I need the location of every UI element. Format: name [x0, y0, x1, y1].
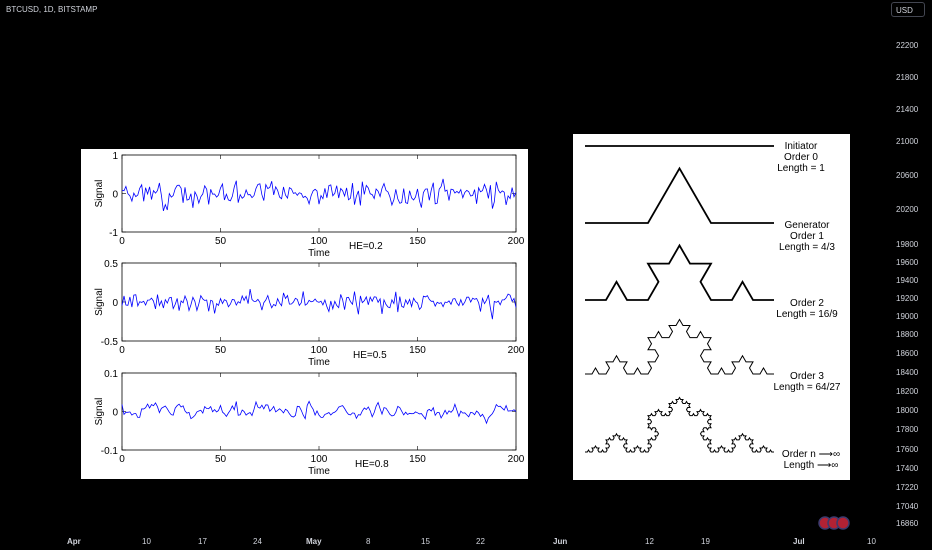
x-tick-label: 200 — [508, 454, 525, 465]
time-label: 8 — [366, 537, 371, 546]
time-label: 19 — [701, 537, 710, 546]
time-label: 22 — [476, 537, 485, 546]
koch-curve — [585, 243, 774, 301]
price-label: 19200 — [896, 294, 919, 303]
y-tick-label: 1 — [112, 151, 118, 162]
price-label: 19800 — [896, 240, 919, 249]
x-tick-label: 200 — [508, 236, 525, 247]
time-label: 15 — [421, 537, 430, 546]
x-tick-label: 50 — [215, 345, 227, 356]
koch-caption: Length = 16/9 — [776, 309, 838, 320]
signal-figure: 1 0 -1 0 50 100 150 200 Time HE=0.2 Signal 0.5 0 -0.5… — [81, 149, 528, 479]
y-tick-label: -0.5 — [101, 337, 119, 348]
koch-caption: Generator — [784, 220, 830, 231]
price-label: 17220 — [896, 483, 919, 492]
koch-caption: Order 2 — [790, 298, 824, 309]
price-label: 21800 — [896, 73, 919, 82]
time-label: 10 — [867, 537, 876, 546]
y-tick-label: -1 — [109, 228, 118, 239]
x-axis-label: Time — [308, 357, 330, 368]
he-annotation: HE=0.8 — [355, 459, 389, 470]
time-label: 12 — [645, 537, 654, 546]
time-label: Jul — [793, 537, 805, 546]
koch-order-1: GeneratorOrder 1Length = 4/3 — [585, 166, 835, 253]
x-tick-label: 100 — [311, 454, 328, 465]
y-tick-label: 0.5 — [104, 259, 118, 270]
koch-caption: Order 3 — [790, 371, 824, 382]
koch-curve — [585, 396, 774, 453]
signal-chart: 0.50-0.50 50 100 150 200TimeHE=0.5Signal — [94, 259, 525, 368]
y-tick-label: 0 — [112, 298, 118, 309]
y-axis-label: Signal — [94, 180, 105, 208]
koch-caption: Length = 4/3 — [779, 242, 835, 253]
x-tick-label: 0 — [119, 345, 125, 356]
time-axis[interactable]: Apr 10 17 24 May 8 15 22 Jun 12 19 Jul 10 — [0, 530, 888, 550]
events-flags[interactable] — [818, 516, 854, 535]
price-label: 19600 — [896, 258, 919, 267]
y-tick-label: 0.1 — [104, 369, 118, 380]
y-tick-label: -0.1 — [101, 446, 119, 457]
price-label: 18600 — [896, 349, 919, 358]
y-axis-label: Signal — [94, 398, 105, 426]
price-label: 20200 — [896, 205, 919, 214]
koch-caption: Order 0 — [784, 152, 818, 163]
x-tick-label: 150 — [409, 345, 426, 356]
time-label: 17 — [198, 537, 207, 546]
price-label: 19000 — [896, 312, 919, 321]
time-label: 10 — [142, 537, 151, 546]
koch-caption: Order n ⟶∞ — [782, 449, 840, 460]
koch-curve — [585, 318, 774, 375]
price-label: 18400 — [896, 368, 919, 377]
x-axis-label: Time — [308, 466, 330, 477]
price-label: 18200 — [896, 387, 919, 396]
y-axis-label: Signal — [94, 288, 105, 316]
price-label: 17800 — [896, 425, 919, 434]
x-tick-label: 50 — [215, 236, 227, 247]
time-label: Jun — [553, 537, 568, 546]
price-label: 21000 — [896, 137, 919, 146]
x-tick-label: 100 — [311, 345, 328, 356]
x-tick-label: 50 — [215, 454, 227, 465]
he-annotation: HE=0.5 — [353, 350, 387, 361]
koch-figure: Initiator Order 0 Length = 1 Generator Order… — [573, 134, 850, 480]
x-axis-label: Time — [308, 248, 330, 259]
he-annotation: HE=0.2 — [349, 241, 383, 252]
koch-order-0: InitiatorOrder 0Length = 1 — [585, 141, 825, 174]
x-tick-label: 200 — [508, 345, 525, 356]
time-label: 24 — [253, 537, 262, 546]
price-label: 22200 — [896, 41, 919, 50]
price-label: 21400 — [896, 105, 919, 114]
price-axis[interactable]: 22200 21800 21400 21000 20600 20200 19800 19600… — [888, 0, 932, 530]
price-label: 18800 — [896, 330, 919, 339]
koch-order-3: Order 3Length = 64/27 — [585, 318, 841, 393]
price-label: 19400 — [896, 276, 919, 285]
koch-caption: Length = 64/27 — [773, 382, 840, 393]
koch-caption: Order 1 — [790, 231, 824, 242]
koch-caption: Length ⟶∞ — [784, 460, 839, 471]
y-tick-label: 0 — [112, 190, 118, 201]
x-tick-label: 0 — [119, 236, 125, 247]
time-label: May — [306, 537, 322, 546]
y-tick-label: 0 — [112, 408, 118, 419]
time-label: Apr — [67, 537, 81, 546]
x-tick-label: 0 — [119, 454, 125, 465]
koch-order-2: Order 2Length = 16/9 — [585, 243, 838, 320]
price-label: 17040 — [896, 502, 919, 511]
koch-curve — [585, 166, 774, 224]
koch-order-4: Order n ⟶∞Length ⟶∞ — [585, 396, 840, 471]
koch-caption: Initiator — [785, 141, 818, 152]
signal-chart: 0.10-0.10 50 100 150 200TimeHE=0.8Signal — [94, 369, 525, 477]
price-label: 17400 — [896, 464, 919, 473]
price-label: 20600 — [896, 171, 919, 180]
symbol-title[interactable]: BTCUSD, 1D, BITSTAMP — [6, 5, 97, 14]
signal-chart: 10-10 50 100 150 200TimeHE=0.2Signal — [94, 151, 525, 259]
x-tick-label: 150 — [409, 236, 426, 247]
us-flag-icon[interactable] — [836, 516, 850, 530]
x-tick-label: 100 — [311, 236, 328, 247]
price-label: 16860 — [896, 519, 919, 528]
x-tick-label: 150 — [409, 454, 426, 465]
price-label: 18000 — [896, 406, 919, 415]
price-label: 17600 — [896, 445, 919, 454]
koch-caption: Length = 1 — [777, 163, 825, 174]
